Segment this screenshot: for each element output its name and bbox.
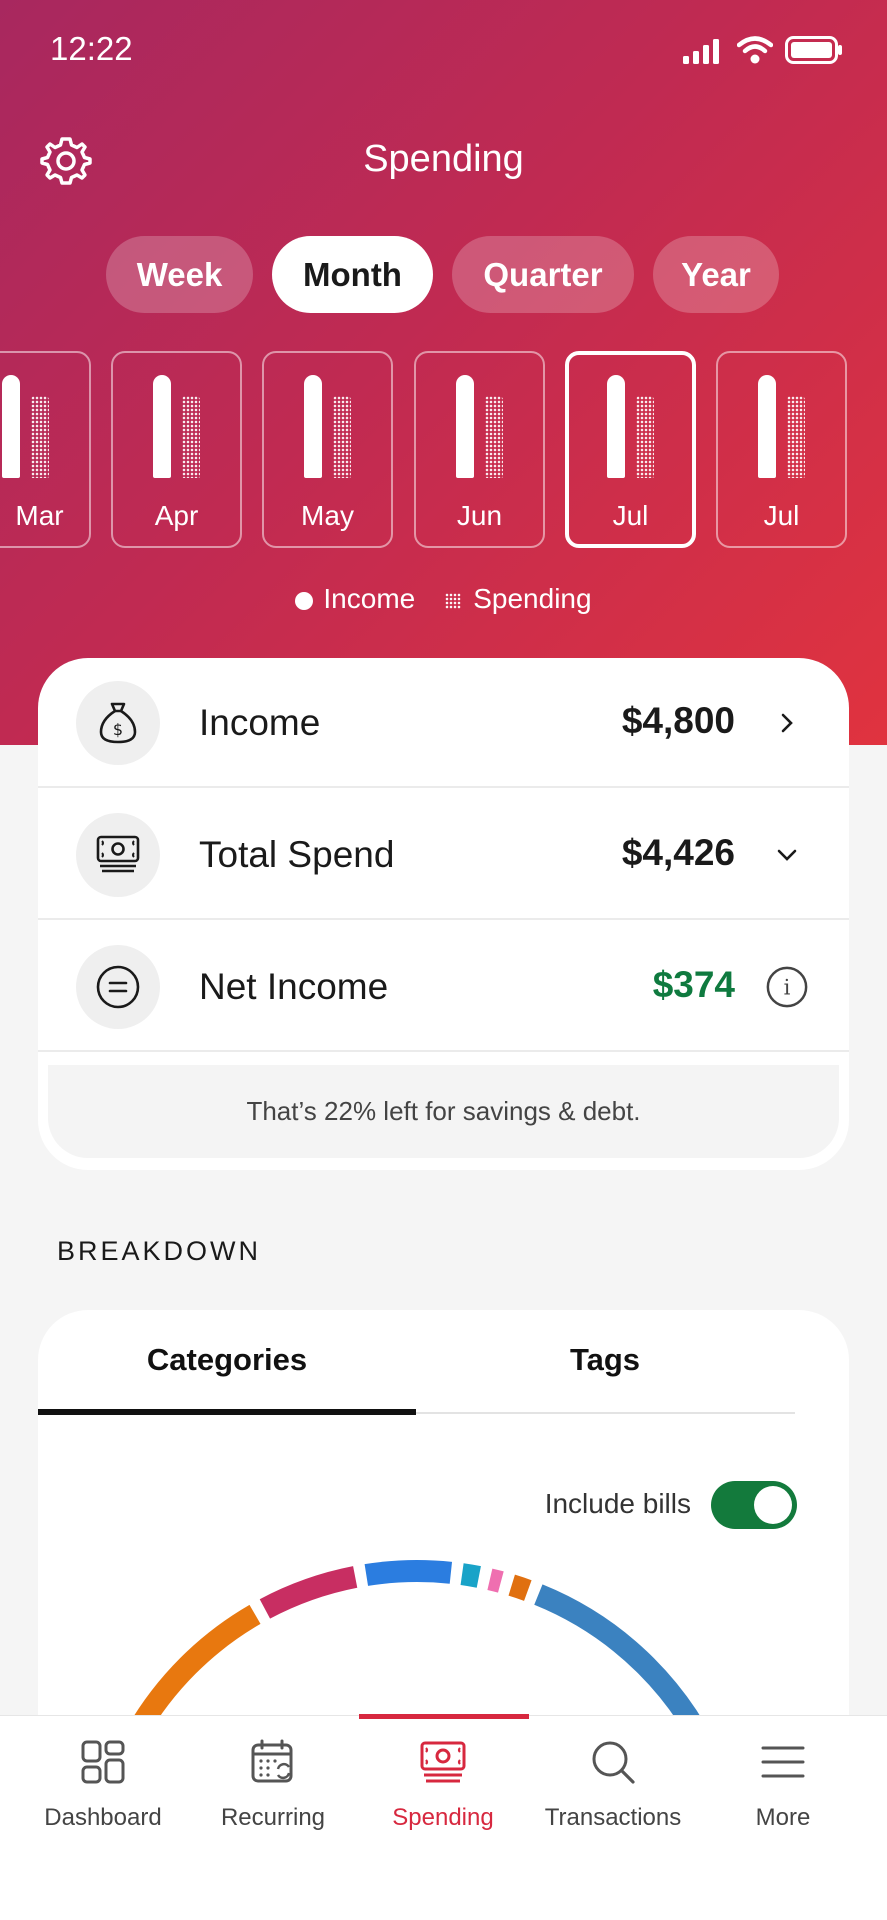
- info-icon[interactable]: i: [765, 965, 809, 1009]
- month-card[interactable]: May: [262, 351, 393, 548]
- chevron-right-icon[interactable]: [765, 701, 809, 745]
- nav-spending-label: Spending: [392, 1804, 494, 1831]
- legend-income-label: Income: [323, 583, 416, 614]
- savings-note: That’s 22% left for savings & debt.: [48, 1065, 839, 1158]
- net-income-value: $374: [652, 964, 735, 1005]
- legend-spending-label: Spending: [473, 583, 592, 614]
- donut-segment[interactable]: [259, 1566, 358, 1619]
- month-card[interactable]: Jul: [716, 351, 847, 548]
- nav-more-label: More: [755, 1804, 811, 1831]
- net-income-row: Net Income $374 i: [38, 922, 849, 1052]
- status-icons: [683, 36, 843, 64]
- income-row[interactable]: $ Income $4,800: [38, 658, 849, 788]
- donut-segment[interactable]: [364, 1560, 453, 1586]
- cash-icon: [76, 813, 160, 897]
- legend-income: Income: [295, 583, 415, 615]
- month-label: Mar: [15, 500, 64, 531]
- battery-icon: [785, 36, 842, 64]
- status-time: 12:22: [50, 30, 133, 67]
- spending-bar: [31, 396, 49, 478]
- total-spend-label: Total Spend: [199, 834, 395, 875]
- spending-pattern-icon: [445, 592, 462, 609]
- total-spend-row[interactable]: Total Spend $4,426: [38, 790, 849, 920]
- period-week-button[interactable]: Week: [106, 236, 253, 313]
- money-bag-icon: $: [76, 681, 160, 765]
- month-label: Jun: [456, 500, 503, 531]
- calendar-recurring-icon: [251, 1739, 293, 1783]
- spending-bar: [636, 396, 654, 478]
- breakdown-heading: BREAKDOWN: [57, 1236, 262, 1266]
- spending-bar: [787, 396, 805, 478]
- donut-segment[interactable]: [487, 1568, 504, 1593]
- chart-legend: Income Spending: [0, 583, 887, 615]
- menu-icon: [761, 1746, 805, 1778]
- month-card[interactable]: Jun: [414, 351, 545, 548]
- summary-card: $ Income $4,800 Total Spend $4,426 Net I…: [38, 658, 849, 1170]
- income-bar: [304, 375, 322, 478]
- income-bar: [758, 375, 776, 478]
- period-year-button[interactable]: Year: [653, 236, 779, 313]
- month-card[interactable]: Mar: [0, 351, 91, 548]
- bottom-nav: Dashboard Recurring Spending Transaction…: [0, 1714, 887, 1920]
- month-label: May: [301, 500, 354, 531]
- chevron-down-icon[interactable]: [765, 833, 809, 877]
- page-title: Spending: [363, 138, 524, 180]
- income-label: Income: [199, 702, 321, 743]
- income-bar: [153, 375, 171, 478]
- wifi-icon: [737, 36, 773, 64]
- income-bar: [607, 375, 625, 478]
- spending-bar: [182, 396, 200, 478]
- svg-text:i: i: [784, 975, 791, 1000]
- donut-segment[interactable]: [508, 1574, 532, 1601]
- dashboard-icon: [81, 1740, 125, 1784]
- legend-spending: Spending: [445, 583, 592, 615]
- income-dot-icon: [295, 591, 314, 610]
- month-card-selected[interactable]: Jul: [565, 351, 696, 548]
- spending-bar: [485, 396, 503, 478]
- month-label: Jul: [763, 500, 800, 531]
- nav-recurring-label: Recurring: [220, 1804, 326, 1831]
- equals-icon: [76, 945, 160, 1029]
- period-quarter-button[interactable]: Quarter: [452, 236, 634, 313]
- search-icon: [592, 1741, 635, 1784]
- nav-active-indicator: [359, 1714, 529, 1719]
- net-income-label: Net Income: [199, 966, 389, 1007]
- nav-transactions-label: Transactions: [544, 1804, 682, 1831]
- donut-segment[interactable]: [460, 1563, 481, 1588]
- nav-dashboard-label: Dashboard: [44, 1804, 162, 1831]
- total-spend-value: $4,426: [621, 832, 735, 873]
- month-card[interactable]: Apr: [111, 351, 242, 548]
- income-bar: [2, 375, 20, 478]
- income-value: $4,800: [621, 700, 735, 741]
- period-month-button[interactable]: Month: [272, 236, 433, 313]
- svg-text:$: $: [113, 720, 123, 739]
- income-bar: [456, 375, 474, 478]
- month-label: Apr: [154, 500, 199, 531]
- cash-icon: [420, 1741, 466, 1783]
- signal-icon: [683, 39, 719, 64]
- spending-bar: [333, 396, 351, 478]
- month-label: Jul: [612, 500, 649, 531]
